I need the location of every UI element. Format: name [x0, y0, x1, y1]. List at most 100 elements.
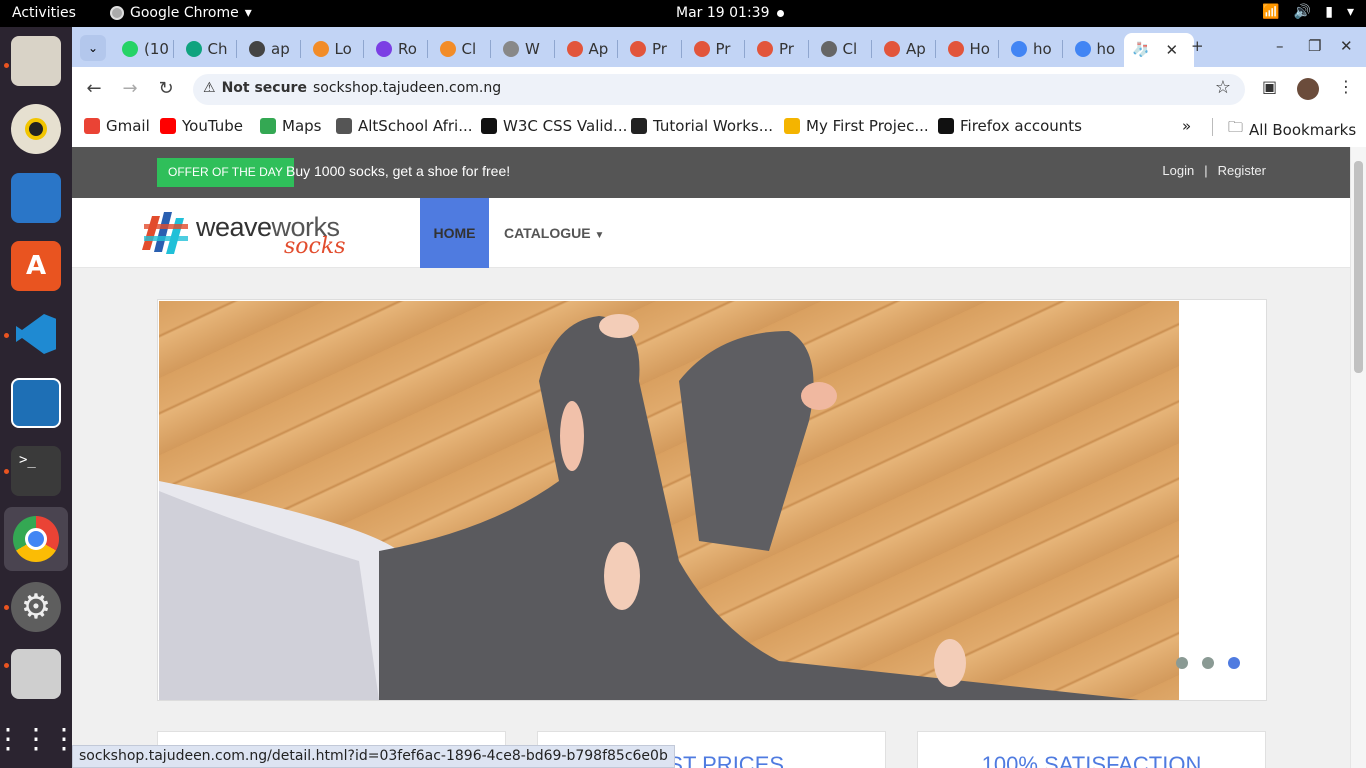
- app-center-icon[interactable]: A: [11, 241, 61, 291]
- settings-icon[interactable]: ⚙: [11, 582, 61, 632]
- tab-favicon-icon: [249, 41, 265, 57]
- bookmark-item[interactable]: W3C CSS Valid...: [481, 117, 627, 135]
- tab-favicon-icon: [376, 41, 392, 57]
- menu-kebab-icon[interactable]: ⋮: [1338, 77, 1354, 96]
- tab[interactable]: ap: [241, 35, 301, 63]
- tab-separator: [426, 40, 428, 58]
- files-icon[interactable]: [11, 36, 61, 86]
- tab-active[interactable]: 🧦 ✕: [1124, 33, 1194, 67]
- tab[interactable]: Cl: [813, 35, 873, 63]
- new-tab-icon[interactable]: +: [1191, 37, 1204, 55]
- nav-catalogue-label: CATALOGUE: [504, 225, 591, 241]
- profile-avatar[interactable]: [1297, 78, 1319, 100]
- tab-favicon-icon: [947, 41, 964, 57]
- side-panel-icon[interactable]: ▣: [1262, 77, 1277, 96]
- rhythmbox-icon[interactable]: [11, 104, 61, 154]
- tab-label: Ap: [588, 40, 609, 58]
- tab[interactable]: ho: [1003, 35, 1063, 63]
- auth-links: Login | Register: [1162, 163, 1266, 178]
- site-logo[interactable]: weaveworks socks: [142, 208, 382, 260]
- writer-icon[interactable]: [11, 173, 61, 223]
- tab[interactable]: Ap: [559, 35, 619, 63]
- bookmark-item[interactable]: AltSchool Afri...: [336, 117, 473, 135]
- tab[interactable]: W: [495, 35, 555, 63]
- tab-label: Ch: [207, 40, 228, 58]
- app-menu[interactable]: Google Chrome ▾: [110, 5, 252, 21]
- tab-label: ho: [1096, 40, 1116, 58]
- bookmark-item[interactable]: My First Projec...: [784, 117, 929, 135]
- all-bookmarks-label: All Bookmarks: [1249, 120, 1357, 139]
- browser-toolbar: ← → ↻ ⚠ Not secure sockshop.tajudeen.com…: [72, 67, 1366, 111]
- nav-catalogue[interactable]: CATALOGUE ▼: [504, 225, 604, 241]
- running-indicator: [4, 63, 9, 68]
- forward-icon[interactable]: →: [118, 77, 142, 101]
- system-tray[interactable]: 📶 🔊 ▮ ▾: [1262, 4, 1354, 20]
- carousel-dot-active[interactable]: [1228, 657, 1240, 669]
- wifi-icon: 📶: [1262, 4, 1280, 20]
- show-apps-icon[interactable]: ⋮⋮⋮: [0, 713, 78, 763]
- tab[interactable]: Pr: [749, 35, 809, 63]
- bookmark-label: Firefox accounts: [960, 117, 1082, 135]
- bookmark-favicon-icon: [631, 118, 647, 134]
- bookmark-item[interactable]: YouTube: [160, 117, 243, 135]
- system-monitor-icon[interactable]: [11, 378, 61, 428]
- bookmark-favicon-icon: [84, 118, 100, 134]
- bookmark-favicon-icon: [160, 118, 176, 134]
- hero-carousel[interactable]: [157, 299, 1267, 701]
- tab[interactable]: Ho: [940, 35, 1000, 63]
- bookmark-star-icon[interactable]: ☆: [1215, 77, 1231, 98]
- folder-icon: 🗀: [1228, 118, 1244, 136]
- bookmark-item[interactable]: Tutorial Works...: [631, 117, 773, 135]
- carousel-dot[interactable]: [1202, 657, 1214, 669]
- scrollbar-thumb[interactable]: [1354, 161, 1363, 373]
- tab[interactable]: ho: [1067, 35, 1127, 63]
- tab[interactable]: Ap: [876, 35, 936, 63]
- close-window-icon[interactable]: ✕: [1340, 37, 1353, 55]
- more-bookmarks-icon[interactable]: »: [1182, 117, 1191, 135]
- register-link[interactable]: Register: [1218, 163, 1266, 178]
- carousel-dot[interactable]: [1176, 657, 1188, 669]
- bookmark-item[interactable]: Gmail: [84, 117, 150, 135]
- caret-down-icon: ▼: [594, 230, 605, 241]
- offer-badge[interactable]: OFFER OF THE DAY: [157, 158, 294, 187]
- tab-favicon-icon: [1011, 41, 1027, 57]
- login-link[interactable]: Login: [1162, 163, 1194, 178]
- bookmark-label: Maps: [282, 117, 322, 135]
- power-menu-icon: ▾: [1346, 4, 1354, 20]
- tab-label: Ro: [398, 40, 417, 58]
- terminal-icon[interactable]: >_: [11, 446, 61, 496]
- bookmark-item[interactable]: Firefox accounts: [938, 117, 1082, 135]
- chrome-dock-icon[interactable]: [4, 507, 68, 571]
- clock[interactable]: Mar 19 01:39: [676, 5, 769, 21]
- tab[interactable]: Ro: [368, 35, 428, 63]
- logo-socks-text: socks: [284, 234, 346, 259]
- caret-down-icon: ▾: [244, 5, 252, 21]
- tab[interactable]: Cl: [432, 35, 492, 63]
- minimize-icon[interactable]: –: [1276, 37, 1284, 55]
- reload-icon[interactable]: ↻: [154, 77, 178, 101]
- tab[interactable]: (10: [114, 35, 174, 63]
- tab[interactable]: Pr: [622, 35, 682, 63]
- back-icon[interactable]: ←: [82, 77, 106, 101]
- chrome-logo-icon: [13, 516, 59, 562]
- tab[interactable]: Ch: [178, 35, 238, 63]
- tab-close-icon[interactable]: ✕: [1165, 41, 1178, 59]
- tab-search-button[interactable]: ⌄: [80, 35, 106, 61]
- security-indicator[interactable]: ⚠ Not secure: [203, 80, 307, 96]
- url-text[interactable]: sockshop.tajudeen.com.ng: [313, 80, 501, 96]
- image-viewer-icon[interactable]: [11, 649, 61, 699]
- page-scrollbar[interactable]: [1350, 147, 1366, 768]
- tab[interactable]: Lo: [305, 35, 365, 63]
- letter-a-icon: A: [25, 251, 47, 281]
- nav-home[interactable]: HOME: [420, 198, 489, 268]
- tab-strip: ⌄ (10 Ch ap Lo Ro Cl W Ap Pr Pr Pr Cl Ap Ho ho ho 🧦 ✕ +…: [72, 27, 1366, 67]
- activities-button[interactable]: Activities: [12, 5, 76, 21]
- vscode-icon[interactable]: [11, 309, 61, 359]
- all-bookmarks-button[interactable]: 🗀 All Bookmarks: [1228, 117, 1356, 142]
- bookmark-item[interactable]: Maps: [260, 117, 321, 135]
- maximize-icon[interactable]: ❐: [1308, 37, 1321, 55]
- dock: A >_ ⚙ ⋮⋮⋮: [0, 27, 78, 768]
- tab[interactable]: Pr: [686, 35, 746, 63]
- offer-text: Buy 1000 socks, get a shoe for free!: [286, 163, 511, 179]
- address-bar[interactable]: ⚠ Not secure sockshop.tajudeen.com.ng ☆: [193, 74, 1245, 105]
